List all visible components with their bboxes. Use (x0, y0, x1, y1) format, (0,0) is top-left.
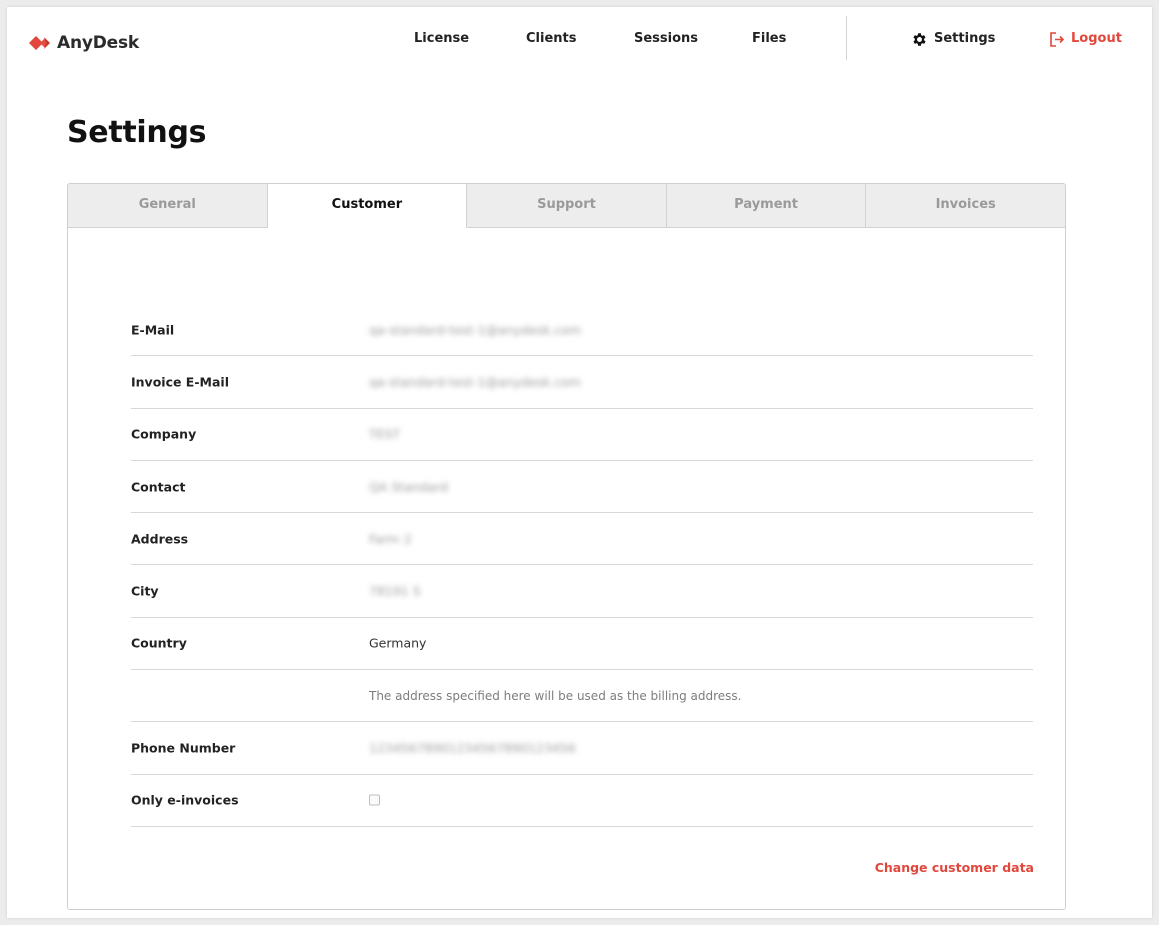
phone-value: 12345678901234567890123456 (369, 740, 576, 756)
nav-divider (846, 16, 847, 60)
nav-clients[interactable]: Clients (526, 29, 576, 49)
phone-label: Phone Number (131, 740, 236, 756)
gear-icon (913, 32, 926, 46)
app-window: AnyDesk License Clients Sessions Files S… (7, 7, 1152, 918)
company-value: TEST (369, 426, 401, 442)
brand-name: AnyDesk (57, 33, 140, 53)
invoice-email-value: qa-standard-test-1@anydesk.com (369, 374, 582, 390)
row-contact: Contact QA Standard (131, 461, 1033, 514)
tab-general[interactable]: General (68, 184, 268, 228)
email-label: E-Mail (131, 322, 175, 338)
country-label: Country (131, 635, 187, 651)
contact-label: Contact (131, 479, 186, 495)
address-value: Farm 2 (369, 531, 412, 547)
nav-logout[interactable]: Logout (1049, 29, 1122, 49)
nav-files[interactable]: Files (752, 29, 786, 49)
customer-data-list: E-Mail qa-standard-test-1@anydesk.com In… (131, 304, 1033, 827)
email-value: qa-standard-test-1@anydesk.com (369, 322, 582, 338)
e-invoices-checkbox[interactable] (369, 794, 380, 806)
address-label: Address (131, 531, 189, 547)
top-nav: AnyDesk License Clients Sessions Files S… (7, 7, 1152, 69)
row-e-invoices: Only e-invoices (131, 775, 1033, 827)
logout-icon (1050, 31, 1065, 47)
nav-license[interactable]: License (414, 29, 469, 49)
row-company: Company TEST (131, 409, 1033, 461)
page-title: Settings (67, 115, 207, 150)
tab-payment[interactable]: Payment (666, 184, 867, 228)
city-value: 78191 S (369, 583, 421, 599)
invoice-email-label: Invoice E-Mail (131, 374, 229, 390)
row-billing-hint: The address specified here will be used … (131, 670, 1033, 723)
company-label: Company (131, 426, 197, 442)
billing-address-hint: The address specified here will be used … (369, 688, 742, 703)
tab-invoices[interactable]: Invoices (866, 184, 1065, 228)
settings-panel: General Customer Support Payment Invoice… (67, 183, 1066, 910)
city-label: City (131, 583, 159, 599)
change-customer-data-link[interactable]: Change customer data (875, 860, 1034, 875)
anydesk-logo-icon (29, 36, 50, 50)
tab-support[interactable]: Support (467, 184, 667, 228)
settings-tabs: General Customer Support Payment Invoice… (68, 184, 1065, 228)
row-email: E-Mail qa-standard-test-1@anydesk.com (131, 304, 1033, 357)
nav-settings-label: Settings (934, 31, 996, 46)
row-invoice-email: Invoice E-Mail qa-standard-test-1@anydes… (131, 356, 1033, 409)
nav-settings[interactable]: Settings (911, 29, 995, 49)
e-invoices-label: Only e-invoices (131, 792, 239, 808)
row-phone: Phone Number 12345678901234567890123456 (131, 722, 1033, 775)
tab-customer[interactable]: Customer (267, 184, 468, 228)
country-value: Germany (369, 635, 427, 651)
nav-sessions[interactable]: Sessions (634, 29, 698, 49)
row-country: Country Germany (131, 618, 1033, 671)
contact-value: QA Standard (369, 479, 449, 495)
anydesk-logo[interactable]: AnyDesk (29, 32, 139, 54)
row-city: City 78191 S (131, 565, 1033, 618)
nav-logout-label: Logout (1071, 31, 1122, 46)
row-address: Address Farm 2 (131, 513, 1033, 566)
